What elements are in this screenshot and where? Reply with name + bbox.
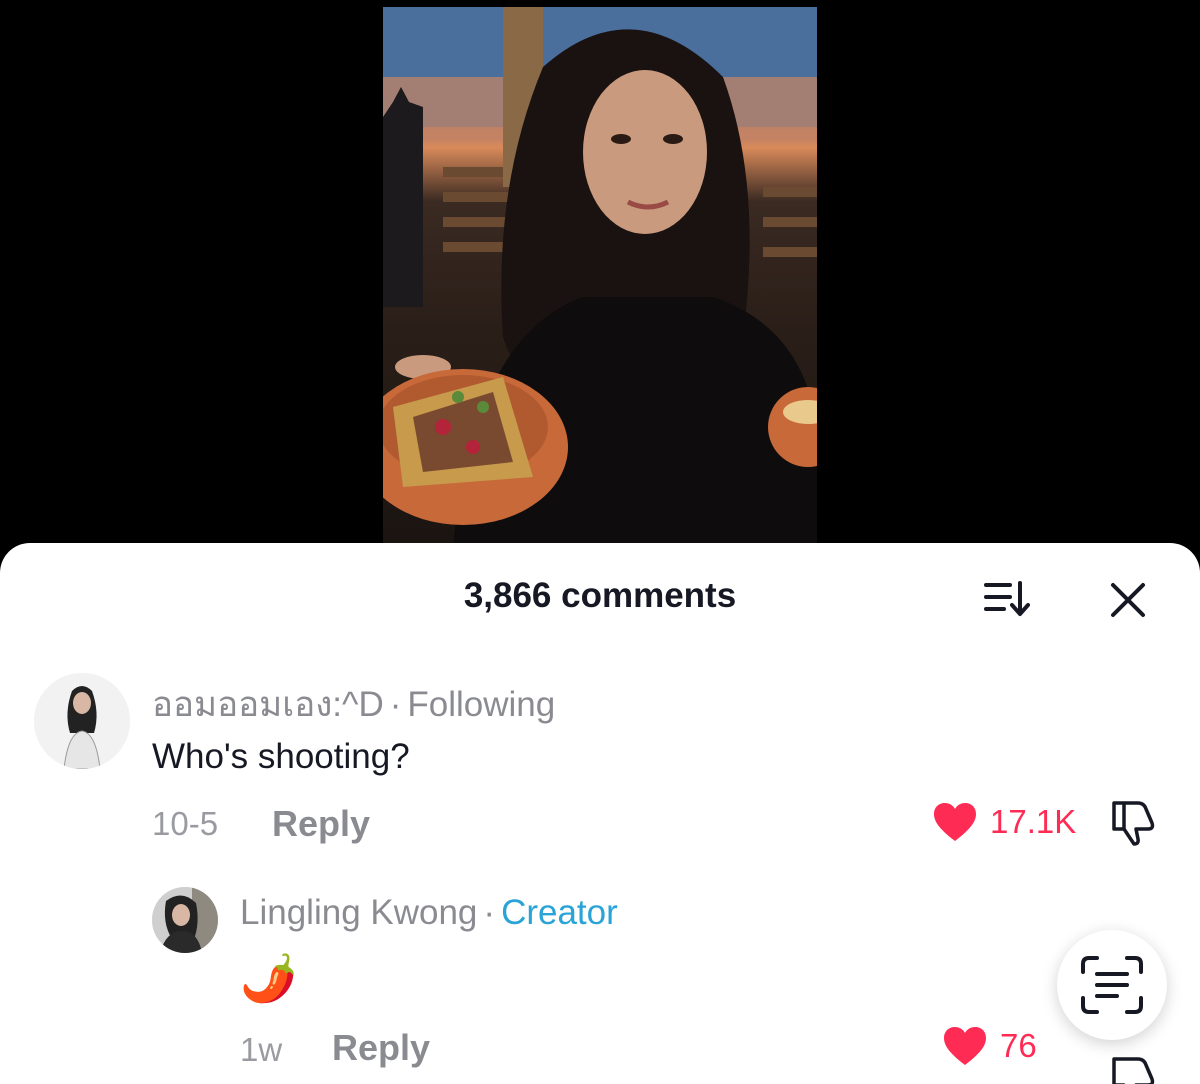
comment-text: Who's shooting?	[152, 737, 410, 776]
like-button[interactable]: 76	[942, 1025, 1037, 1067]
comment-username-line: ออมออมเอง:^D · Following	[152, 677, 555, 732]
creator-tag: Creator	[501, 893, 618, 932]
reply-date: 1w	[240, 1031, 283, 1068]
text-scan-icon	[1081, 956, 1143, 1014]
following-tag: Following	[407, 685, 556, 724]
comments-sheet: 3,866 comments ออมออมเอง:^D · Following …	[0, 543, 1200, 1084]
video-frame[interactable]	[383, 7, 817, 547]
thumbs-down-icon	[1112, 801, 1155, 846]
comments-header: 3,866 comments	[0, 543, 1200, 643]
live-text-button[interactable]	[1057, 930, 1167, 1040]
reply-avatar[interactable]	[152, 887, 218, 953]
separator-dot: ·	[389, 685, 402, 724]
reply-button[interactable]: Reply	[332, 1027, 430, 1069]
video-player[interactable]	[0, 0, 1200, 560]
close-icon	[1111, 583, 1145, 617]
thumbs-down-icon	[1112, 1057, 1155, 1084]
avatar[interactable]	[34, 673, 130, 769]
reply-button[interactable]: Reply	[272, 803, 370, 845]
heart-icon	[934, 803, 976, 841]
comment-username[interactable]: ออมออมเอง:^D	[152, 685, 384, 724]
reply-username[interactable]: Lingling Kwong	[240, 893, 477, 932]
like-count: 76	[1000, 1027, 1037, 1064]
avatar-image	[152, 887, 218, 953]
sort-descending-icon	[984, 581, 1030, 616]
comment-date: 10-5	[152, 805, 219, 842]
sort-button[interactable]	[984, 579, 1032, 619]
separator-dot: ·	[483, 893, 496, 932]
close-button[interactable]	[1108, 580, 1148, 620]
video-image	[383, 7, 817, 547]
dislike-button[interactable]	[1108, 799, 1158, 852]
reply-username-line: Lingling Kwong · Creator	[240, 893, 618, 933]
like-count: 17.1K	[990, 803, 1077, 840]
avatar-image	[34, 673, 130, 769]
like-button[interactable]: 17.1K	[932, 801, 1076, 843]
reply-text: 🌶️	[240, 952, 298, 1004]
dislike-button[interactable]	[1108, 1055, 1158, 1084]
heart-icon	[944, 1027, 986, 1065]
